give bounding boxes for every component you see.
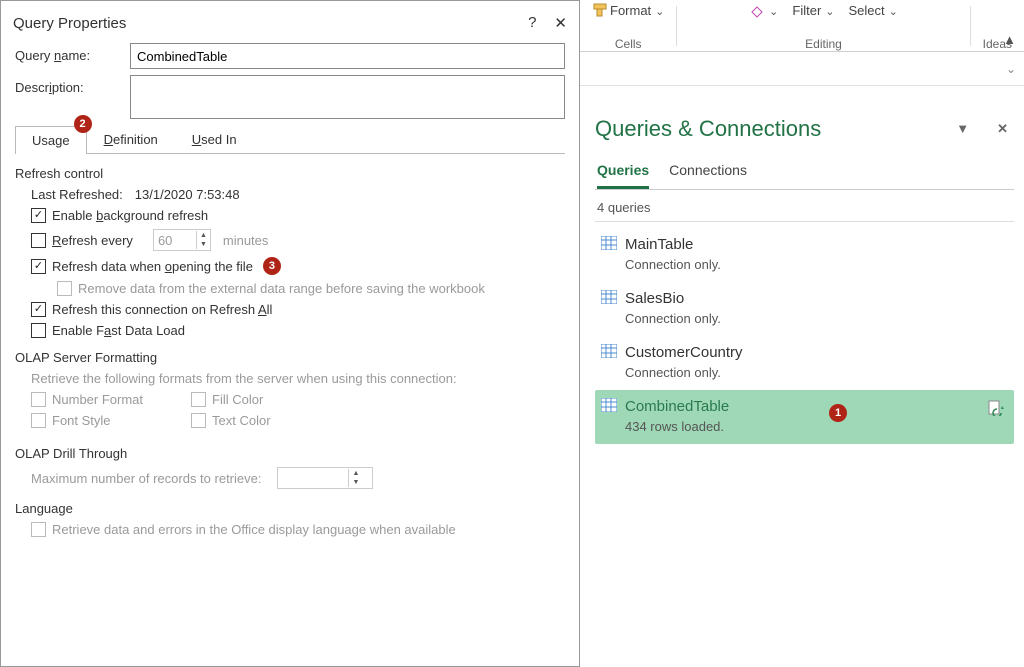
format-icon: [592, 2, 608, 18]
language-header: Language: [15, 501, 565, 516]
filter-label: Filter: [792, 3, 821, 18]
pane-menu-icon[interactable]: ▼: [956, 121, 969, 137]
editing-group-label: Editing: [805, 37, 842, 51]
last-refreshed-label: Last Refreshed:: [31, 187, 123, 202]
query-item[interactable]: CustomerCountry Connection only.: [595, 336, 1014, 390]
tab-usage[interactable]: Usage 2: [15, 126, 87, 154]
ribbon-fragment: Format Cells Filter Select Editing Ideas…: [580, 0, 1024, 52]
format-button[interactable]: Format: [592, 2, 664, 18]
queries-connections-pane: Queries & Connections ▼ ✕ Queries Connec…: [585, 98, 1024, 667]
fill-color-checkbox: [191, 392, 206, 407]
dialog-tabs: Usage 2 Definition Used In: [15, 125, 565, 154]
refresh-on-open-checkbox[interactable]: [31, 259, 46, 274]
olap-formatting-header: OLAP Server Formatting: [15, 350, 565, 365]
format-label: Format: [610, 3, 651, 18]
formula-bar-area: ⌄: [580, 52, 1024, 86]
help-icon[interactable]: ?: [528, 14, 536, 32]
olap-drill-header: OLAP Drill Through: [15, 446, 565, 461]
enable-background-refresh-label: Enable background refresh: [52, 208, 208, 223]
callout-1: 1: [829, 404, 847, 422]
number-format-label: Number Format: [52, 392, 143, 407]
language-label: Retrieve data and errors in the Office d…: [52, 522, 456, 537]
minutes-label: minutes: [223, 233, 269, 248]
refresh-control-header: Refresh control: [15, 166, 565, 181]
filter-button[interactable]: Filter: [792, 2, 834, 18]
dialog-title: Query Properties: [13, 15, 126, 32]
clear-button[interactable]: [749, 2, 778, 18]
qc-tab-queries[interactable]: Queries: [597, 156, 649, 189]
query-name: CustomerCountry: [625, 344, 1006, 361]
query-status: Connection only.: [625, 311, 1006, 326]
query-item-selected[interactable]: CombinedTable 434 rows loaded. 1: [595, 390, 1014, 444]
query-name-label: Query name:: [15, 43, 130, 63]
qc-tab-connections[interactable]: Connections: [669, 156, 747, 189]
last-refreshed-value: 13/1/2020 7:53:48: [135, 187, 240, 202]
refresh-every-label: Refresh every: [52, 233, 133, 248]
collapse-ribbon-icon[interactable]: ▲: [1003, 32, 1016, 47]
olap-formatting-hint: Retrieve the following formats from the …: [15, 371, 565, 386]
table-icon: [601, 290, 617, 326]
refresh-all-checkbox[interactable]: [31, 302, 46, 317]
queries-connections-title: Queries & Connections: [595, 116, 821, 142]
tab-used-in[interactable]: Used In: [175, 125, 254, 153]
query-properties-dialog: Query Properties ? ✕ Query name: Descrip…: [0, 0, 580, 667]
refresh-all-label: Refresh this connection on Refresh All: [52, 302, 272, 317]
query-status: 434 rows loaded.: [625, 419, 1006, 434]
remove-data-checkbox: [57, 281, 72, 296]
number-format-checkbox: [31, 392, 46, 407]
enable-background-refresh-checkbox[interactable]: [31, 208, 46, 223]
query-name: CombinedTable: [625, 398, 1006, 415]
callout-3: 3: [263, 257, 281, 275]
tab-usage-label: Usage: [32, 133, 70, 148]
qc-count: 4 queries: [597, 200, 1014, 215]
query-status: Connection only.: [625, 365, 1006, 380]
remove-data-label: Remove data from the external data range…: [78, 281, 485, 296]
max-records-label: Maximum number of records to retrieve:: [31, 471, 261, 486]
refresh-every-spinner[interactable]: ▲▼: [153, 229, 211, 251]
query-item[interactable]: SalesBio Connection only.: [595, 282, 1014, 336]
description-label: Description:: [15, 75, 130, 95]
query-name-input[interactable]: [130, 43, 565, 69]
query-name: SalesBio: [625, 290, 1006, 307]
fill-color-label: Fill Color: [212, 392, 263, 407]
cells-group-label: Cells: [615, 37, 642, 51]
close-icon[interactable]: ✕: [554, 14, 567, 32]
language-checkbox: [31, 522, 46, 537]
font-style-label: Font Style: [52, 413, 111, 428]
text-color-checkbox: [191, 413, 206, 428]
query-name: MainTable: [625, 236, 1006, 253]
tab-definition[interactable]: Definition: [87, 125, 175, 153]
refresh-icon[interactable]: [988, 400, 1004, 419]
description-input[interactable]: [130, 75, 565, 119]
chevron-down-icon[interactable]: ⌄: [1006, 62, 1016, 76]
refresh-on-open-label: Refresh data when opening the file: [52, 259, 253, 274]
text-color-label: Text Color: [212, 413, 271, 428]
table-icon: [601, 344, 617, 380]
eraser-icon: [749, 2, 765, 18]
select-button[interactable]: Select: [849, 2, 898, 18]
qc-tabs: Queries Connections: [595, 156, 1014, 190]
font-style-checkbox: [31, 413, 46, 428]
query-item[interactable]: MainTable Connection only.: [595, 228, 1014, 282]
table-icon: [601, 398, 617, 434]
refresh-every-checkbox[interactable]: [31, 233, 46, 248]
select-label: Select: [849, 3, 885, 18]
table-icon: [601, 236, 617, 272]
max-records-spinner: ▲▼: [277, 467, 373, 489]
pane-close-icon[interactable]: ✕: [997, 121, 1008, 137]
query-status: Connection only.: [625, 257, 1006, 272]
fast-data-load-label: Enable Fast Data Load: [52, 323, 185, 338]
fast-data-load-checkbox[interactable]: [31, 323, 46, 338]
